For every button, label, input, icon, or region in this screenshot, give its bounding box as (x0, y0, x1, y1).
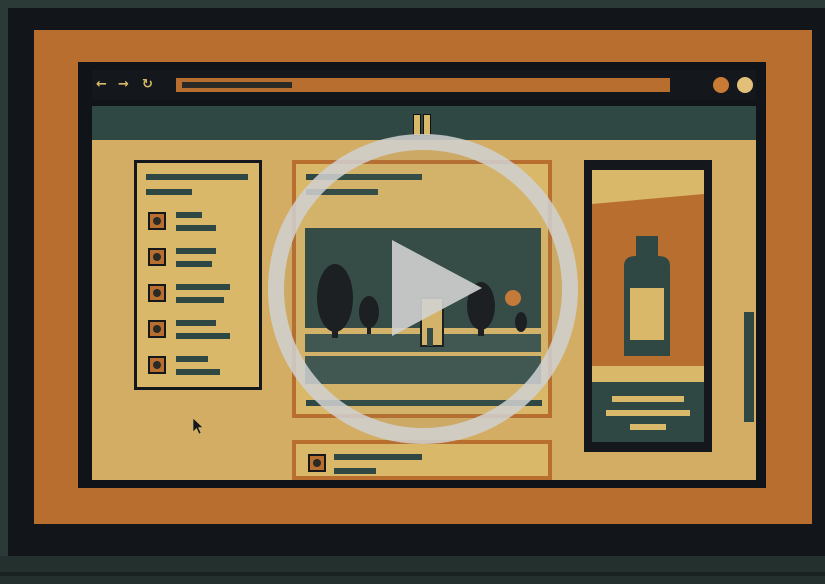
avatar (148, 320, 166, 338)
list-item-line (176, 369, 220, 375)
list-item-line (176, 297, 224, 303)
avatar (148, 248, 166, 266)
address-bar-text (182, 82, 292, 88)
refresh-icon: ↻ (142, 77, 153, 92)
feed-subheading-line (334, 468, 376, 474)
sidebar-subheading-line (146, 189, 192, 195)
window-control-dot (713, 77, 729, 93)
list-item-line (176, 261, 212, 267)
avatar (148, 356, 166, 374)
site-logo-icon (413, 114, 433, 136)
desk-surface (0, 556, 825, 584)
arrow-left-icon: ← (96, 77, 107, 92)
list-item-line (176, 356, 208, 362)
window-control-dot (737, 77, 753, 93)
list-item-line (176, 212, 202, 218)
cursor-icon (192, 417, 204, 435)
feed-heading-line (334, 454, 422, 460)
list-item-line (176, 284, 230, 290)
avatar (308, 454, 326, 472)
arrow-right-icon: → (118, 77, 129, 92)
play-icon[interactable] (386, 236, 486, 340)
list-item-line (176, 248, 216, 254)
avatar (148, 212, 166, 230)
list-item-line (176, 320, 216, 326)
desk-edge (0, 572, 825, 576)
sidebar-heading-line (146, 174, 248, 180)
page-scrollbar (744, 312, 754, 422)
feed-card (292, 440, 552, 480)
list-item-line (176, 333, 230, 339)
list-item-line (176, 225, 216, 231)
ad-image (592, 170, 704, 442)
avatar (148, 284, 166, 302)
